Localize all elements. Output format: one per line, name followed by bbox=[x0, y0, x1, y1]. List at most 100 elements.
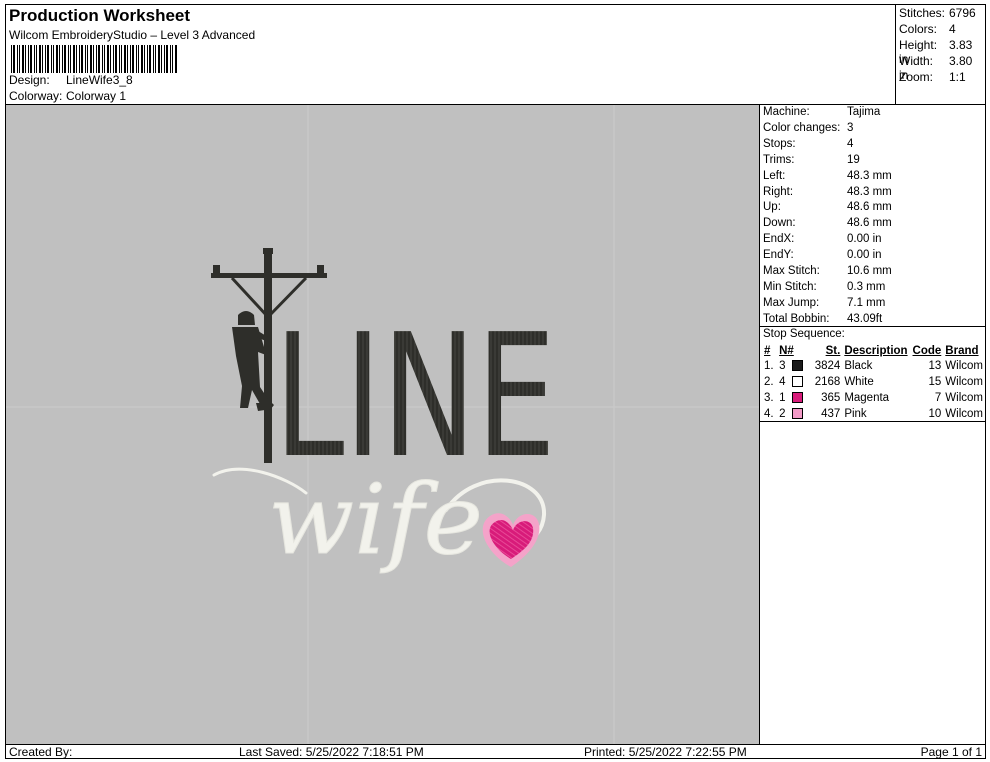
design-label: Design: bbox=[9, 73, 50, 87]
stop-sequence: Stop Sequence: # N# St. Description Code… bbox=[760, 326, 985, 422]
machine-info-value: 48.6 mm bbox=[847, 217, 892, 230]
embroidery-design: LINE wife bbox=[6, 105, 759, 744]
machine-info-row: Max Stitch: 10.6 mm bbox=[763, 265, 892, 281]
created-by: Created By: bbox=[9, 745, 73, 759]
stop-num: 4. bbox=[764, 408, 774, 420]
worksheet-header: Production Worksheet Wilcom EmbroiderySt… bbox=[6, 5, 896, 105]
machine-info-value: 3 bbox=[847, 121, 854, 134]
design-word-wife: wife bbox=[268, 464, 483, 576]
worksheet-footer: Created By: Last Saved: 5/25/2022 7:18:5… bbox=[6, 744, 985, 759]
machine-info-value: 48.3 mm bbox=[847, 185, 892, 198]
color-swatch bbox=[791, 408, 803, 420]
machine-info-row: Up: 48.6 mm bbox=[763, 201, 892, 217]
worksheet: Production Worksheet Wilcom EmbroiderySt… bbox=[5, 4, 986, 759]
machine-info-value: 48.6 mm bbox=[847, 201, 892, 214]
col-brand: Brand bbox=[945, 344, 979, 357]
needle-number: 4 bbox=[779, 376, 786, 388]
design-value: LineWife3_8 bbox=[66, 73, 133, 87]
machine-info-label: Right: bbox=[763, 185, 794, 198]
stop-num: 3. bbox=[764, 392, 774, 404]
machine-info-panel: Machine: Tajima Color changes: 3 Stops: 4 Trim… bbox=[760, 105, 985, 744]
stat-colors: Colors: 4 bbox=[899, 22, 956, 36]
design-row: Design: LineWife3_8 bbox=[9, 73, 133, 87]
col-code: Code bbox=[912, 344, 942, 357]
stop-description: Magenta bbox=[844, 392, 890, 404]
stop-sequence-row: 2. 4 2168 White 15 Wilcom bbox=[762, 374, 985, 390]
stop-num: 2. bbox=[764, 376, 774, 388]
machine-info-label: Trims: bbox=[763, 153, 795, 166]
machine-info-label: Color changes: bbox=[763, 121, 841, 134]
machine-info-value: 10.6 mm bbox=[847, 265, 892, 277]
needle-number: 3 bbox=[779, 360, 786, 372]
machine-info-label: Max Stitch: bbox=[763, 265, 820, 277]
col-needle: N# bbox=[779, 344, 794, 357]
stop-sequence-header-row: # N# St. Description Code Brand bbox=[762, 343, 985, 358]
machine-info-label: Down: bbox=[763, 217, 796, 230]
stop-stitches: 437 bbox=[821, 408, 841, 420]
stop-code: 10 bbox=[928, 408, 942, 420]
printed-date: Printed: 5/25/2022 7:22:55 PM bbox=[584, 745, 747, 759]
machine-info-value: 7.1 mm bbox=[847, 296, 886, 309]
machine-info-row: Trims: 19 bbox=[763, 154, 860, 170]
machine-info-value: 0.00 in bbox=[847, 249, 882, 262]
stop-brand: Wilcom bbox=[945, 392, 983, 404]
stop-stitches: 365 bbox=[821, 392, 841, 404]
machine-info-row: Stops: 4 bbox=[763, 138, 853, 154]
stop-sequence-label: Stop Sequence: bbox=[763, 328, 845, 340]
stop-brand: Wilcom bbox=[945, 408, 983, 420]
barcode bbox=[11, 45, 177, 73]
machine-info-value: 48.3 mm bbox=[847, 169, 892, 182]
colorway-label: Colorway: bbox=[9, 89, 63, 103]
machine-info-label: EndX: bbox=[763, 233, 795, 246]
colorway-row: Colorway: Colorway 1 bbox=[9, 89, 126, 103]
needle-number: 2 bbox=[779, 408, 786, 420]
stop-brand: Wilcom bbox=[945, 376, 983, 388]
machine-info-row: Down: 48.6 mm bbox=[763, 217, 892, 233]
stat-stitches: Stitches: 6796 bbox=[899, 6, 976, 20]
page-title: Production Worksheet bbox=[9, 6, 191, 25]
stop-needle: 4 bbox=[777, 374, 809, 390]
stop-code: 15 bbox=[928, 376, 942, 388]
stop-description: Pink bbox=[844, 408, 867, 420]
machine-info-label: Min Stitch: bbox=[763, 280, 817, 293]
color-swatch bbox=[791, 360, 803, 372]
stop-code: 13 bbox=[928, 360, 942, 372]
color-swatch bbox=[791, 376, 803, 388]
machine-info-row: Right: 48.3 mm bbox=[763, 186, 892, 202]
machine-info-label: Left: bbox=[763, 169, 786, 182]
machine-info-value: 4 bbox=[847, 137, 854, 150]
machine-info-label: Max Jump: bbox=[763, 296, 820, 309]
page-number: Page 1 of 1 bbox=[920, 745, 982, 759]
machine-info-value: 43.09ft bbox=[847, 312, 883, 325]
stop-sequence-row: 1. 3 3824 Black 13 Wilcom bbox=[762, 358, 985, 374]
col-description: Description bbox=[844, 344, 908, 357]
machine-info-row: EndX: 0.00 in bbox=[763, 233, 882, 249]
machine-info-row: Left: 48.3 mm bbox=[763, 170, 892, 186]
machine-info-value: 0.3 mm bbox=[847, 280, 886, 293]
stop-num: 1. bbox=[764, 360, 774, 372]
stop-code: 7 bbox=[934, 392, 942, 404]
stop-sequence-row: 4. 2 437 Pink 10 Wilcom bbox=[762, 406, 985, 422]
stop-stitches: 2168 bbox=[814, 376, 841, 388]
machine-info-label: EndY: bbox=[763, 249, 794, 262]
software-name: Wilcom EmbroideryStudio – Level 3 Advanc… bbox=[9, 28, 256, 42]
machine-info-label: Up: bbox=[763, 201, 781, 214]
stop-stitches: 3824 bbox=[814, 360, 841, 372]
stop-sequence-row: 3. 1 365 Magenta 7 Wilcom bbox=[762, 390, 985, 406]
needle-number: 1 bbox=[779, 392, 786, 404]
machine-info-row: Min Stitch: 0.3 mm bbox=[763, 281, 885, 297]
machine-info-value: 19 bbox=[847, 153, 860, 166]
machine-info-label: Machine: bbox=[763, 106, 810, 118]
stop-needle: 2 bbox=[777, 406, 809, 422]
colorway-value: Colorway 1 bbox=[66, 89, 127, 103]
machine-info-row: Max Jump: 7.1 mm bbox=[763, 297, 885, 313]
machine-info-row: Color changes: 3 bbox=[763, 122, 853, 138]
col-num: # bbox=[764, 344, 771, 357]
machine-info-row: Machine: Tajima bbox=[763, 106, 880, 122]
machine-info-label: Stops: bbox=[763, 137, 796, 150]
col-stitches: St. bbox=[825, 344, 841, 357]
heart-icon bbox=[482, 513, 540, 567]
machine-info-row: EndY: 0.00 in bbox=[763, 249, 882, 265]
stop-needle: 1 bbox=[777, 390, 809, 406]
last-saved: Last Saved: 5/25/2022 7:18:51 PM bbox=[239, 745, 424, 759]
